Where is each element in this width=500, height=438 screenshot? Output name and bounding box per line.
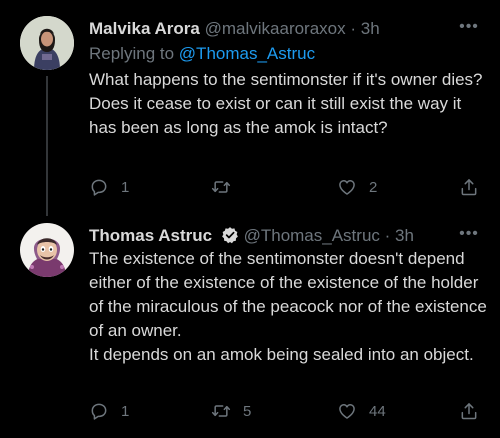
- author-handle[interactable]: @malvikaaroraxox: [205, 19, 346, 38]
- share-icon: [461, 179, 477, 196]
- retweet-button[interactable]: 5: [211, 399, 251, 423]
- like-button[interactable]: 44: [337, 399, 386, 423]
- separator-dot: ·: [384, 226, 391, 245]
- separator-dot: ·: [350, 19, 357, 38]
- replying-to: Replying to @Thomas_Astruc: [89, 42, 315, 66]
- reply-count: 1: [121, 402, 130, 420]
- share-icon: [461, 403, 477, 420]
- tweet-header: Malvika Arora @malvikaaroraxox · 3h •••: [89, 17, 480, 41]
- retweet-button[interactable]: [211, 175, 243, 199]
- like-count: 44: [369, 402, 386, 420]
- author-name[interactable]: Malvika Arora: [89, 19, 200, 38]
- reply-count: 1: [121, 178, 130, 196]
- share-button[interactable]: [459, 399, 479, 423]
- timestamp[interactable]: 3h: [361, 19, 380, 38]
- tweet-actions: 1 2: [89, 175, 489, 199]
- like-count: 2: [369, 178, 378, 196]
- like-icon: [339, 404, 355, 419]
- tweet-malvika[interactable]: Malvika Arora @malvikaaroraxox · 3h ••• …: [0, 0, 500, 216]
- tweet-header: Thomas Astruc @Thomas_Astruc · 3h •••: [89, 224, 480, 248]
- more-options-icon[interactable]: •••: [458, 224, 480, 248]
- avatar-thomas[interactable]: [20, 223, 74, 277]
- like-icon: [339, 180, 355, 195]
- thread-connector-line: [46, 76, 48, 216]
- retweet-icon: [211, 405, 231, 417]
- tweet-text-paragraph-2: It depends on an amok being sealed into …: [89, 345, 474, 364]
- retweet-count: 5: [243, 402, 252, 420]
- tweet-text-content: What happens to the sentimonster if it's…: [89, 70, 483, 137]
- avatar-malvika[interactable]: [20, 16, 74, 70]
- replying-to-mention[interactable]: @Thomas_Astruc: [179, 44, 315, 63]
- reply-icon: [91, 179, 107, 196]
- author-handle[interactable]: @Thomas_Astruc: [244, 226, 380, 245]
- tweet-thomas[interactable]: Thomas Astruc @Thomas_Astruc · 3h ••• Th…: [0, 210, 500, 438]
- more-options-icon[interactable]: •••: [458, 17, 480, 41]
- replying-to-label: Replying to: [89, 44, 175, 63]
- reply-button[interactable]: 1: [89, 399, 129, 423]
- timestamp[interactable]: 3h: [395, 226, 414, 245]
- reply-button[interactable]: 1: [89, 175, 129, 199]
- author-name[interactable]: Thomas Astruc: [89, 226, 212, 245]
- tweet-text: What happens to the sentimonster if it's…: [89, 68, 489, 140]
- tweet-actions: 1 5 44: [89, 399, 489, 423]
- like-button[interactable]: 2: [337, 175, 377, 199]
- tweet-text: The existence of the sentimonster doesn'…: [89, 247, 489, 367]
- share-button[interactable]: [459, 175, 479, 199]
- tweet-text-paragraph-1: The existence of the sentimonster doesn'…: [89, 249, 487, 340]
- retweet-icon: [211, 181, 231, 193]
- reply-icon: [91, 403, 107, 420]
